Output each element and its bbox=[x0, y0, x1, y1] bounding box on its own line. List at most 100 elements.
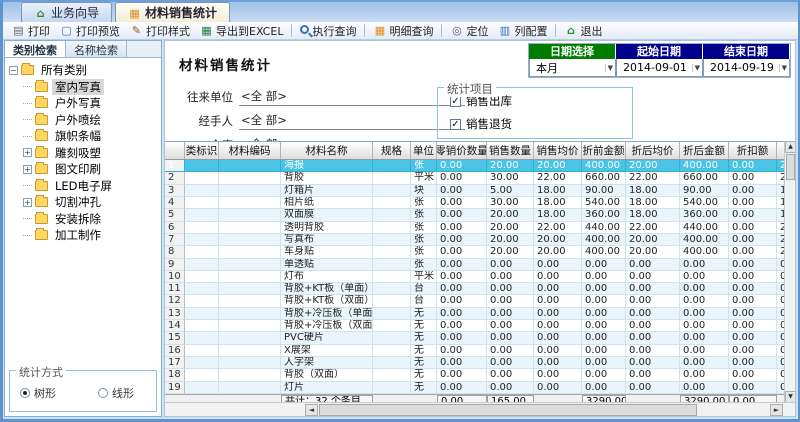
window-tab-0[interactable]: ⌂业务向导 bbox=[21, 2, 112, 22]
toolbar-button-5[interactable]: ▦明细查询 bbox=[368, 22, 438, 40]
grid-column-header[interactable]: 类标识 bbox=[185, 142, 219, 159]
expand-icon[interactable]: + bbox=[23, 198, 32, 207]
sidebar-tab-1[interactable]: 名称检索 bbox=[66, 41, 127, 57]
scroll-left-icon[interactable]: ◄ bbox=[305, 404, 318, 416]
table-row[interactable]: 14背胶+冷压板（双面）无0.000.000.000.000.000.000.0… bbox=[165, 320, 795, 332]
tree-item[interactable]: 安装拆除 bbox=[9, 211, 161, 228]
cell bbox=[185, 271, 219, 283]
cell bbox=[219, 197, 281, 209]
grid-column-header[interactable]: 材料编码 bbox=[219, 142, 281, 159]
row-number: 8 bbox=[165, 246, 185, 258]
tree-item[interactable]: 户外写真 bbox=[9, 95, 161, 112]
chevron-down-icon: ▼ bbox=[779, 64, 787, 72]
cell: 0.00 bbox=[729, 160, 777, 172]
tree-item[interactable]: 室内写真 bbox=[9, 79, 161, 96]
grid-column-header[interactable]: 材料名称 bbox=[281, 142, 373, 159]
scroll-up-icon[interactable]: ▲ bbox=[785, 141, 796, 153]
tree-item-label: 加工制作 bbox=[52, 227, 104, 243]
scroll-right-icon[interactable]: ► bbox=[770, 404, 783, 416]
table-row[interactable]: 13背胶+冷压板（单面）无0.000.000.000.000.000.000.0… bbox=[165, 308, 795, 320]
filter-value-field[interactable]: <全 部> bbox=[239, 88, 465, 106]
stat-mode-radio-1[interactable]: 线形 bbox=[98, 385, 134, 401]
tree-item[interactable]: 旗帜条幅 bbox=[9, 128, 161, 145]
table-row[interactable]: 8车身贴张0.0020.0020.00400.0020.00400.000.00… bbox=[165, 246, 795, 258]
horizontal-scroll-thumb[interactable] bbox=[319, 404, 697, 416]
table-row[interactable]: 16X展架无0.000.000.000.000.000.000.000.0 bbox=[165, 345, 795, 357]
table-row[interactable]: 1海报张0.0020.0020.00400.0020.00400.000.002… bbox=[165, 160, 795, 172]
toolbar-button-7[interactable]: ▥列配置 bbox=[493, 22, 552, 40]
horizontal-scrollbar[interactable]: ◄ ► bbox=[165, 402, 795, 416]
cell: 0.00 bbox=[729, 185, 777, 197]
cell: 0.00 bbox=[437, 160, 487, 172]
cell: 0.00 bbox=[582, 357, 626, 369]
grid-column-header[interactable]: 折后金额 bbox=[680, 142, 729, 159]
table-row[interactable]: 19灯片无0.000.000.000.000.000.000.000.0 bbox=[165, 382, 795, 394]
tree-item[interactable]: 户外喷绘 bbox=[9, 112, 161, 129]
tree-root[interactable]: −所有类别 bbox=[9, 62, 161, 79]
table-row[interactable]: 15PVC硬片无0.000.000.000.000.000.000.000.0 bbox=[165, 332, 795, 344]
expand-icon[interactable]: + bbox=[23, 148, 32, 157]
date-dropdown[interactable]: 2014-09-01▼ bbox=[616, 59, 703, 77]
tree-item[interactable]: +切割冲孔 bbox=[9, 194, 161, 211]
table-row[interactable]: 18背胶（双面）无0.000.000.000.000.000.000.000.0 bbox=[165, 369, 795, 381]
table-row[interactable]: 4相片纸张0.0030.0018.00540.0018.00540.000.00… bbox=[165, 197, 795, 209]
stat-item-checkbox-1[interactable]: ✓销售退货 bbox=[438, 114, 632, 134]
table-row[interactable]: 3灯箱片块0.005.0018.0090.0018.0090.000.0018. bbox=[165, 185, 795, 197]
cell: 0.00 bbox=[437, 283, 487, 295]
date-filter-header: 结束日期 bbox=[703, 44, 790, 59]
expand-icon[interactable]: + bbox=[23, 165, 32, 174]
grid-column-header[interactable]: 折扣额 bbox=[729, 142, 777, 159]
stat-mode-radio-0[interactable]: 树形 bbox=[20, 385, 56, 401]
cell: 0.00 bbox=[626, 332, 680, 344]
toolbar-button-6[interactable]: ◎定位 bbox=[445, 22, 493, 40]
cell: 0.00 bbox=[729, 308, 777, 320]
tree-item[interactable]: +图文印刷 bbox=[9, 161, 161, 178]
date-dropdown[interactable]: 本月▼ bbox=[529, 59, 616, 77]
table-row[interactable]: 11背胶+KT板（单面）台0.000.000.000.000.000.000.0… bbox=[165, 283, 795, 295]
cell: 0.00 bbox=[680, 308, 729, 320]
grid-column-header[interactable]: 零销价数量 bbox=[437, 142, 487, 159]
toolbar-button-2[interactable]: ✎打印样式 bbox=[125, 22, 195, 40]
grid-column-header[interactable]: 销售数量 bbox=[487, 142, 534, 159]
grid-column-header[interactable]: 折后均价 bbox=[626, 142, 680, 159]
table-row[interactable]: 12背胶+KT板（双面）台0.000.000.000.000.000.000.0… bbox=[165, 295, 795, 307]
row-number: 9 bbox=[165, 259, 185, 271]
grid-column-header[interactable]: 折前金额 bbox=[582, 142, 626, 159]
table-row[interactable]: 5双面膜张0.0020.0018.00360.0018.00360.000.00… bbox=[165, 209, 795, 221]
vertical-scrollbar[interactable]: ▲ ▼ bbox=[784, 141, 795, 417]
window-tab-1[interactable]: ▦材料销售统计 bbox=[115, 2, 230, 22]
cell: 0.00 bbox=[729, 369, 777, 381]
toolbar-button-8[interactable]: ⌂退出 bbox=[559, 22, 607, 40]
table-row[interactable]: 17人字架无0.000.000.000.000.000.000.000.0 bbox=[165, 357, 795, 369]
grid-column-header[interactable]: 规格 bbox=[373, 142, 411, 159]
cell: 90.00 bbox=[582, 185, 626, 197]
checkbox-icon: ✓ bbox=[450, 96, 461, 107]
table-row[interactable]: 6透明背胶张0.0020.0022.00440.0022.00440.000.0… bbox=[165, 222, 795, 234]
table-row[interactable]: 10灯布平米0.000.000.000.000.000.000.000.0 bbox=[165, 271, 795, 283]
table-row[interactable]: 7写真布张0.0020.0020.00400.0020.00400.000.00… bbox=[165, 234, 795, 246]
cell: 0.00 bbox=[582, 308, 626, 320]
data-grid: 类标识材料编码材料名称规格单位零销价数量销售数量销售均价折前金额折后均价折后金额… bbox=[165, 141, 795, 405]
grid-column-header[interactable]: 单位 bbox=[411, 142, 437, 159]
toolbar-button-1[interactable]: ▢打印预览 bbox=[55, 22, 125, 40]
toolbar-button-0[interactable]: ▤打印 bbox=[7, 22, 55, 40]
tree-item[interactable]: LED电子屏 bbox=[9, 178, 161, 195]
cell: 0.00 bbox=[582, 320, 626, 332]
toolbar-button-4[interactable]: 执行查询 bbox=[295, 22, 361, 40]
date-dropdown[interactable]: 2014-09-19▼ bbox=[703, 59, 790, 77]
table-row[interactable]: 2背胶平米0.0030.0022.00660.0022.00660.000.00… bbox=[165, 172, 795, 184]
filter-value-field[interactable]: <全 部> bbox=[239, 112, 465, 130]
grid-column-header[interactable]: 销售均价 bbox=[534, 142, 582, 159]
toolbar-separator bbox=[364, 24, 365, 37]
cell: 0.00 bbox=[437, 234, 487, 246]
sidebar-tab-0[interactable]: 类别检索 bbox=[5, 41, 66, 57]
tree-item[interactable]: +雕刻吸塑 bbox=[9, 145, 161, 162]
vertical-scroll-thumb[interactable] bbox=[786, 154, 795, 180]
tree-item[interactable]: 加工制作 bbox=[9, 227, 161, 244]
cell: 0.00 bbox=[729, 357, 777, 369]
collapse-icon[interactable]: − bbox=[9, 66, 18, 75]
table-row[interactable]: 9单透贴张0.000.000.000.000.000.000.000.0 bbox=[165, 259, 795, 271]
cell bbox=[185, 246, 219, 258]
toolbar-button-3[interactable]: ▦导出到EXCEL bbox=[195, 22, 288, 40]
cell: 无 bbox=[411, 308, 437, 320]
